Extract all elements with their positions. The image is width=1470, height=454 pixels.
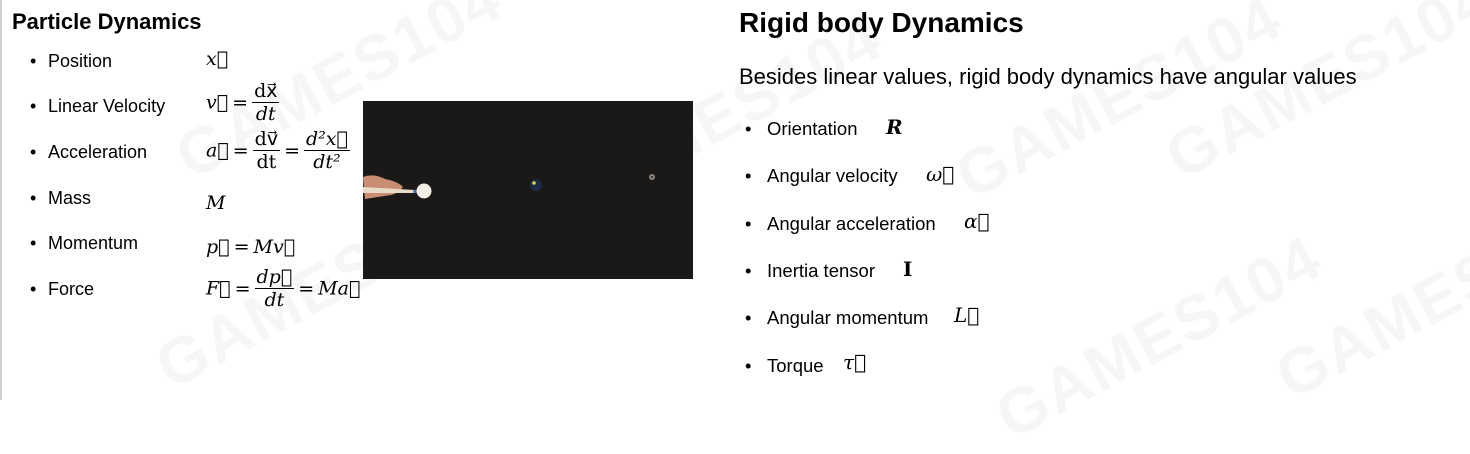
far-ball-center	[650, 175, 654, 179]
bullet-dot: •	[30, 233, 37, 253]
acceleration-formula: a⃗ = dv⃗ dt = d²x⃗ dt²	[206, 128, 350, 173]
momentum-formula: p⃗ = Mv⃗	[206, 236, 296, 258]
momentum-lhs: p⃗	[206, 236, 230, 258]
bullet-dot: •	[745, 118, 752, 139]
watermark: GAMES104	[1264, 180, 1470, 413]
list-item-label: Force	[48, 279, 95, 299]
list-item-label: Linear Velocity	[48, 96, 166, 116]
bullet-dot: •	[745, 213, 752, 234]
list-item-label: Momentum	[48, 233, 139, 253]
page-left-border	[0, 0, 2, 400]
list-item-label: Inertia tensor	[767, 260, 875, 281]
list-item-label: Orientation	[767, 118, 858, 139]
acceleration-lhs: a⃗	[206, 139, 229, 162]
list-item-label: Acceleration	[48, 142, 148, 162]
bullet-dot: •	[745, 260, 752, 281]
bullet-dot: •	[745, 165, 752, 186]
bullet-dot: •	[30, 51, 37, 71]
list-item-label: Mass	[48, 188, 92, 208]
momentum-rhs: Mv⃗	[253, 236, 296, 258]
particle-dynamics-title: Particle Dynamics	[12, 9, 202, 34]
force-lhs: F⃗	[206, 277, 231, 300]
bullet-dot: •	[745, 307, 752, 328]
rigid-body-dynamics-title: Rigid body Dynamics	[739, 7, 1024, 38]
cue-ball	[416, 183, 432, 199]
bullet-dot: •	[30, 96, 37, 116]
position-symbol: x⃗	[206, 48, 229, 70]
acceleration-denominator-2: dt²	[313, 151, 341, 173]
torque-symbol: τ⃗	[843, 350, 867, 374]
velocity-lhs: v⃗	[206, 91, 229, 114]
angular-acceleration-symbol: α⃗	[964, 209, 990, 233]
position-formula: x⃗	[206, 48, 228, 70]
force-denominator: dt	[264, 289, 285, 311]
billiards-video[interactable]	[363, 101, 693, 279]
orientation-symbol: R	[886, 115, 903, 139]
bullet-dot: •	[745, 355, 752, 376]
acceleration-denominator-1: dt	[256, 151, 277, 173]
list-item-label: Position	[48, 51, 113, 71]
watermark: GAMES104	[1154, 0, 1470, 194]
mass-formula: M	[206, 192, 225, 214]
cue-tip	[413, 189, 417, 194]
bullet-dot: •	[30, 142, 37, 162]
dark-ball-highlight	[532, 181, 536, 185]
force-numerator: dp⃗	[254, 266, 295, 289]
inertia-tensor-symbol: I	[903, 257, 913, 281]
angular-momentum-symbol: L⃗	[954, 303, 980, 327]
list-item-label: Torque	[767, 355, 824, 376]
acceleration-numerator-1: dv⃗	[252, 128, 281, 151]
velocity-denominator: dt	[255, 103, 276, 125]
list-item-label: Angular momentum	[767, 307, 929, 328]
list-item-label: Angular velocity	[767, 165, 898, 186]
billiards-scene	[363, 101, 693, 279]
velocity-numerator: dx⃗	[252, 80, 280, 103]
list-item-label: Angular acceleration	[767, 213, 936, 234]
force-rhs: Ma⃗	[318, 277, 361, 300]
velocity-formula: v⃗ = dx⃗ dt	[206, 80, 280, 125]
watermark: GAMES104	[984, 220, 1334, 453]
bullet-dot: •	[30, 188, 37, 208]
rigid-body-subtitle: Besides linear values, rigid body dynami…	[739, 64, 1357, 89]
mass-symbol: M	[206, 192, 226, 214]
angular-velocity-symbol: ω⃗	[926, 162, 955, 186]
bullet-dot: •	[30, 279, 37, 299]
acceleration-numerator-2: d²x⃗	[304, 128, 350, 151]
dark-ball	[530, 179, 542, 191]
force-formula: F⃗ = dp⃗ dt = Ma⃗	[206, 266, 361, 311]
